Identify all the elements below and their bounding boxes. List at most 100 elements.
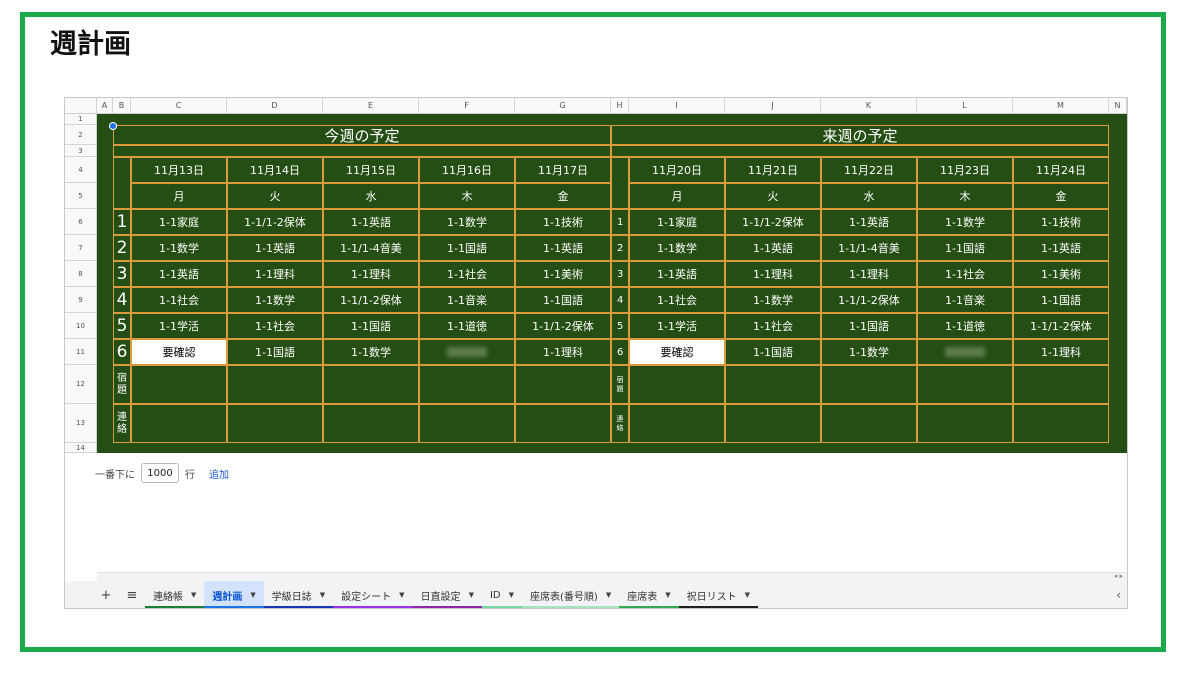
next_week-p4-day5[interactable]: 1-1国語 bbox=[1013, 287, 1109, 313]
row-header-13[interactable]: 13 bbox=[65, 404, 97, 443]
next_week-period-4[interactable]: 4 bbox=[611, 287, 629, 313]
this_week-p3-day2[interactable]: 1-1理科 bbox=[227, 261, 323, 287]
row-header-11[interactable]: 11 bbox=[65, 339, 97, 365]
row-header-6[interactable]: 6 bbox=[65, 209, 97, 235]
this_week-p3-day3[interactable]: 1-1理科 bbox=[323, 261, 419, 287]
next_week-p6-day1[interactable]: 要確認 bbox=[629, 339, 725, 365]
next_week-p2-day5[interactable]: 1-1英語 bbox=[1013, 235, 1109, 261]
sheet-tab-1[interactable]: 連絡帳 ▼ bbox=[145, 581, 205, 608]
chevron-down-icon[interactable]: ▼ bbox=[320, 591, 325, 599]
this_week-p5-day3[interactable]: 1-1国語 bbox=[323, 313, 419, 339]
next_week-p2-day3[interactable]: 1-1/1-4音美 bbox=[821, 235, 917, 261]
this_week-p4-day3[interactable]: 1-1/1-2保体 bbox=[323, 287, 419, 313]
corner-cell[interactable] bbox=[65, 98, 97, 114]
chevron-down-icon[interactable]: ▼ bbox=[606, 591, 611, 599]
this_week-day-2[interactable]: 火 bbox=[227, 183, 323, 209]
this_week-p6-day5[interactable]: 1-1理科 bbox=[515, 339, 611, 365]
add-rows-count-input[interactable]: 1000 bbox=[141, 463, 179, 483]
this_week-contact-day3[interactable] bbox=[323, 404, 419, 443]
this_week-period-2[interactable]: 2 bbox=[113, 235, 131, 261]
this_week-p5-day1[interactable]: 1-1学活 bbox=[131, 313, 227, 339]
next_week-p5-day1[interactable]: 1-1学活 bbox=[629, 313, 725, 339]
this_week-p4-day2[interactable]: 1-1数学 bbox=[227, 287, 323, 313]
this_week-period-5[interactable]: 5 bbox=[113, 313, 131, 339]
next_week-p2-day4[interactable]: 1-1国語 bbox=[917, 235, 1013, 261]
next_week-p1-day2[interactable]: 1-1/1-2保体 bbox=[725, 209, 821, 235]
next_week-homework-label[interactable]: 宿題 bbox=[611, 365, 629, 404]
next_week-day-4[interactable]: 木 bbox=[917, 183, 1013, 209]
this_week-p2-day5[interactable]: 1-1英語 bbox=[515, 235, 611, 261]
column-header-k[interactable]: K bbox=[821, 98, 917, 114]
this_week-p2-day2[interactable]: 1-1英語 bbox=[227, 235, 323, 261]
this_week-contact-day1[interactable] bbox=[131, 404, 227, 443]
next_week-p3-day2[interactable]: 1-1理科 bbox=[725, 261, 821, 287]
chevron-down-icon[interactable]: ▼ bbox=[509, 591, 514, 599]
next_week-p6-day4[interactable] bbox=[917, 339, 1013, 365]
row-header-12[interactable]: 12 bbox=[65, 365, 97, 404]
next_week-contact-day1[interactable] bbox=[629, 404, 725, 443]
next_week-p5-day2[interactable]: 1-1社会 bbox=[725, 313, 821, 339]
next_week-homework-day4[interactable] bbox=[917, 365, 1013, 404]
chevron-down-icon[interactable]: ▼ bbox=[399, 591, 404, 599]
next_week-contact-day4[interactable] bbox=[917, 404, 1013, 443]
row-header-2[interactable]: 2 bbox=[65, 125, 97, 145]
column-header-h[interactable]: H bbox=[611, 98, 629, 114]
row-header-7[interactable]: 7 bbox=[65, 235, 97, 261]
next_week-period-5[interactable]: 5 bbox=[611, 313, 629, 339]
next_week-spacer[interactable] bbox=[611, 145, 1109, 157]
sheet-tab-4[interactable]: 設定シート ▼ bbox=[333, 581, 413, 608]
next_week-p3-day5[interactable]: 1-1美術 bbox=[1013, 261, 1109, 287]
chevron-left-icon[interactable]: ‹ bbox=[1116, 588, 1121, 602]
this_week-p2-day3[interactable]: 1-1/1-4音美 bbox=[323, 235, 419, 261]
next_week-p5-day5[interactable]: 1-1/1-2保体 bbox=[1013, 313, 1109, 339]
add-sheet-icon[interactable]: + bbox=[93, 588, 119, 603]
this_week-date-4[interactable]: 11月16日 bbox=[419, 157, 515, 183]
next_week-day-5[interactable]: 金 bbox=[1013, 183, 1109, 209]
next_week-contact-day5[interactable] bbox=[1013, 404, 1109, 443]
column-header-n[interactable]: N bbox=[1109, 98, 1127, 114]
next_week-date-5[interactable]: 11月24日 bbox=[1013, 157, 1109, 183]
next_week-period-3[interactable]: 3 bbox=[611, 261, 629, 287]
sheet-tab-3[interactable]: 学級日誌 ▼ bbox=[263, 581, 334, 608]
row-header-4[interactable]: 4 bbox=[65, 157, 97, 183]
next_week-title[interactable]: 来週の予定 bbox=[611, 125, 1109, 145]
this_week-p1-day1[interactable]: 1-1家庭 bbox=[131, 209, 227, 235]
this_week-p1-day4[interactable]: 1-1数学 bbox=[419, 209, 515, 235]
this_week-p3-day4[interactable]: 1-1社会 bbox=[419, 261, 515, 287]
this_week-homework-day5[interactable] bbox=[515, 365, 611, 404]
next_week-date-4[interactable]: 11月23日 bbox=[917, 157, 1013, 183]
this_week-p6-day4[interactable] bbox=[419, 339, 515, 365]
this_week-p1-day2[interactable]: 1-1/1-2保体 bbox=[227, 209, 323, 235]
this_week-p4-day4[interactable]: 1-1音楽 bbox=[419, 287, 515, 313]
this_week-p5-day5[interactable]: 1-1/1-2保体 bbox=[515, 313, 611, 339]
row-header-9[interactable]: 9 bbox=[65, 287, 97, 313]
next_week-p1-day3[interactable]: 1-1英語 bbox=[821, 209, 917, 235]
next_week-day-1[interactable]: 月 bbox=[629, 183, 725, 209]
this_week-contact-day4[interactable] bbox=[419, 404, 515, 443]
this_week-p3-day5[interactable]: 1-1美術 bbox=[515, 261, 611, 287]
column-header-i[interactable]: I bbox=[629, 98, 725, 114]
next_week-p1-day1[interactable]: 1-1家庭 bbox=[629, 209, 725, 235]
column-header-g[interactable]: G bbox=[515, 98, 611, 114]
this_week-period-6[interactable]: 6 bbox=[113, 339, 131, 365]
this_week-p4-day1[interactable]: 1-1社会 bbox=[131, 287, 227, 313]
this_week-date-5[interactable]: 11月17日 bbox=[515, 157, 611, 183]
this_week-contact-day2[interactable] bbox=[227, 404, 323, 443]
sheet-tab-2[interactable]: 週計画 ▼ bbox=[204, 581, 264, 608]
this_week-date-2[interactable]: 11月14日 bbox=[227, 157, 323, 183]
this_week-p6-day2[interactable]: 1-1国語 bbox=[227, 339, 323, 365]
this_week-day-3[interactable]: 水 bbox=[323, 183, 419, 209]
this_week-p6-day3[interactable]: 1-1数学 bbox=[323, 339, 419, 365]
next_week-p2-day1[interactable]: 1-1数学 bbox=[629, 235, 725, 261]
next_week-p3-day4[interactable]: 1-1社会 bbox=[917, 261, 1013, 287]
this_week-homework-day4[interactable] bbox=[419, 365, 515, 404]
row-header-10[interactable]: 10 bbox=[65, 313, 97, 339]
next_week-period-2[interactable]: 2 bbox=[611, 235, 629, 261]
next_week-day-2[interactable]: 火 bbox=[725, 183, 821, 209]
column-header-m[interactable]: M bbox=[1013, 98, 1109, 114]
column-header-a[interactable]: A bbox=[97, 98, 113, 114]
sheet-tab-6[interactable]: ID ▼ bbox=[481, 581, 522, 608]
next_week-p2-day2[interactable]: 1-1英語 bbox=[725, 235, 821, 261]
this_week-period-3[interactable]: 3 bbox=[113, 261, 131, 287]
column-header-l[interactable]: L bbox=[917, 98, 1013, 114]
